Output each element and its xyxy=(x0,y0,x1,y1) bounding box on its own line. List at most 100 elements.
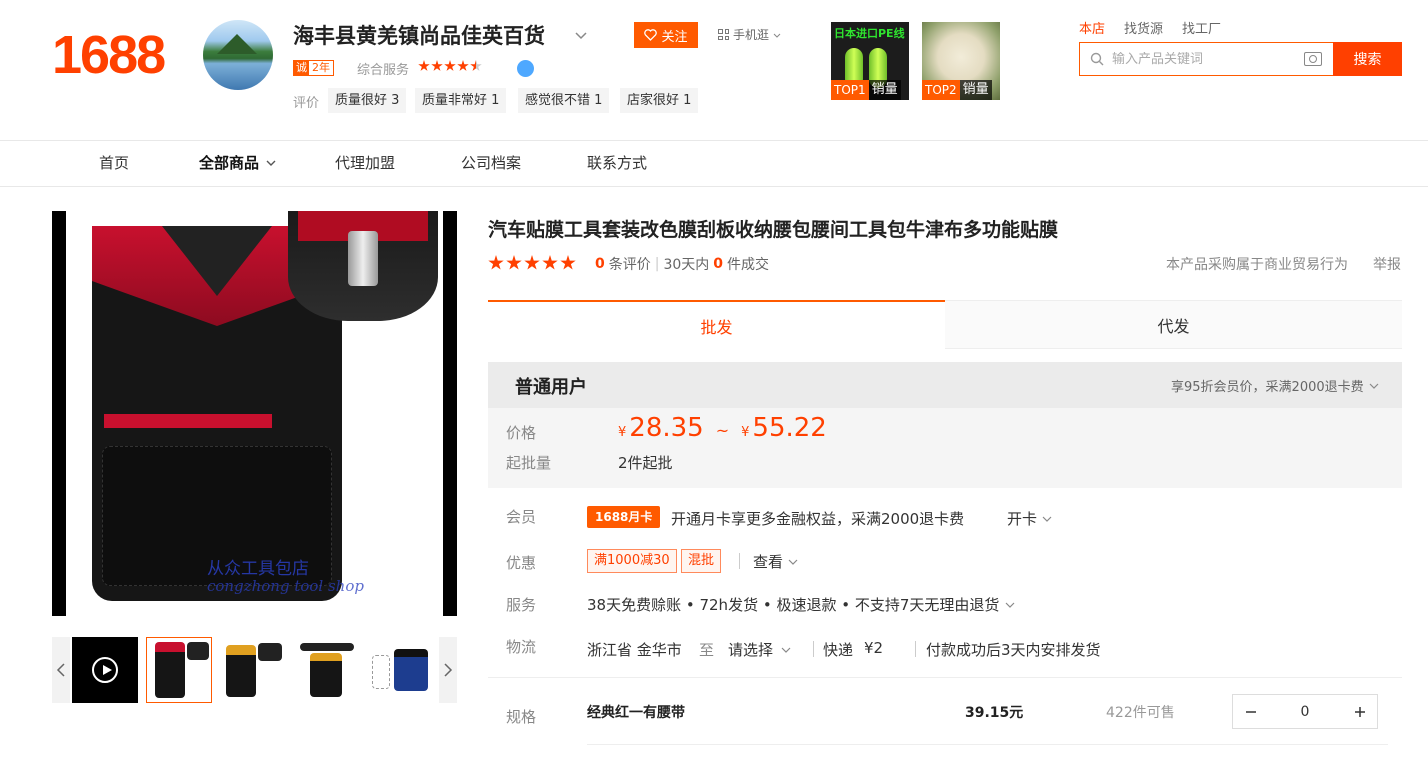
play-icon xyxy=(92,657,118,683)
price-range: ¥ 28.35 ~ ¥ 55.22 xyxy=(618,413,827,443)
service-label: 综合服务 xyxy=(357,63,410,78)
tab-wholesale[interactable]: 批发 xyxy=(488,300,945,349)
monthly-card-badge: 1688月卡 xyxy=(587,506,661,528)
chevron-down-icon xyxy=(1005,602,1015,608)
star-icon xyxy=(457,60,469,71)
to-label: 至 xyxy=(699,641,715,659)
eval-label: 评价 xyxy=(293,96,320,111)
chevron-down-icon xyxy=(773,33,781,38)
search-tab-factory[interactable]: 找工厂 xyxy=(1182,18,1221,37)
top-rank: TOP2 xyxy=(922,80,960,100)
member-label: 会员 xyxy=(506,508,537,526)
express-label: 快递 xyxy=(823,641,854,659)
star-icon xyxy=(431,60,443,71)
promo-tag: 满1000减30 xyxy=(587,549,677,573)
search-button[interactable]: 搜索 xyxy=(1333,42,1402,76)
logistics-label: 物流 xyxy=(506,638,537,656)
ship-note: 付款成功后3天内安排发货 xyxy=(926,641,1101,659)
price-label: 价格 xyxy=(506,424,537,442)
belt-clip-illustration xyxy=(288,211,438,321)
moq-label: 起批量 xyxy=(506,454,552,472)
service-row-label: 服务 xyxy=(506,596,537,614)
rating-summary: 0 条评价 | 30天内 0 件成交 xyxy=(595,254,770,274)
camera-icon[interactable] xyxy=(1304,52,1322,66)
tab-dropship[interactable]: 代发 xyxy=(945,300,1402,349)
thumb-next-button[interactable] xyxy=(439,637,457,703)
deals-count: 0 xyxy=(713,256,724,272)
follow-button[interactable]: 关注 xyxy=(634,22,698,48)
top-product-2[interactable]: TOP2 销量 xyxy=(922,22,1000,100)
chevron-down-icon xyxy=(781,647,791,653)
divider xyxy=(488,677,1402,678)
nav-all-products[interactable]: 全部商品 xyxy=(199,152,277,173)
main-product-image[interactable]: 从众工具包店 congzhong tool shop xyxy=(52,211,457,616)
cheng-badge: 诚 xyxy=(294,61,309,75)
plus-icon xyxy=(1354,706,1365,717)
shop-avatar[interactable] xyxy=(203,20,273,90)
nav-home[interactable]: 首页 xyxy=(99,152,129,173)
top-sales-label: 销量 xyxy=(959,80,992,100)
star-icon xyxy=(418,60,430,71)
chevron-down-icon xyxy=(266,160,276,166)
thumb-image[interactable] xyxy=(220,637,286,703)
eval-tag: 店家很好 1 xyxy=(620,88,699,113)
star-icon xyxy=(542,255,558,270)
trade-note: 本产品采购属于商业贸易行为 xyxy=(1166,257,1348,273)
info-icon[interactable] xyxy=(517,60,534,77)
moq-value: 2件起批 xyxy=(618,454,673,472)
star-icon xyxy=(488,255,504,270)
star-icon xyxy=(560,255,576,270)
spec-stock: 422件可售 xyxy=(1106,705,1175,721)
thumb-image[interactable] xyxy=(294,637,360,703)
member-text: 开通月卡享更多金融权益，采满2000退卡费 xyxy=(671,510,965,528)
search-input[interactable] xyxy=(1112,51,1292,67)
mobile-label: 手机逛 xyxy=(733,28,770,42)
shipping-fee: ¥2 xyxy=(864,639,884,657)
ship-origin: 浙江省 金华市 xyxy=(587,641,682,659)
thumb-prev-button[interactable] xyxy=(52,637,70,703)
chevron-left-icon xyxy=(56,663,65,677)
nav-contact[interactable]: 联系方式 xyxy=(587,152,647,173)
nav-agency[interactable]: 代理加盟 xyxy=(335,152,395,173)
price-min: 28.35 xyxy=(629,413,704,443)
thumb-image[interactable] xyxy=(146,637,212,703)
divider xyxy=(587,744,1388,745)
grid-icon xyxy=(718,29,729,40)
watermark-cn: 从众工具包店 xyxy=(207,559,309,579)
product-title: 汽车贴膜工具套装改色膜刮板收纳腰包腰间工具包牛津布多功能贴膜 xyxy=(488,219,1059,241)
destination-select[interactable]: 请选择 xyxy=(728,639,791,660)
spec-price: 39.15元 xyxy=(965,705,1024,721)
shop-name[interactable]: 海丰县黄羌镇尚品佳英百货 xyxy=(293,20,545,50)
search-tab-source[interactable]: 找货源 xyxy=(1124,18,1163,37)
shop-years-badge: 诚 2年 xyxy=(293,60,334,76)
search-scope-tabs: 本店 找货源 找工厂 xyxy=(1079,18,1221,37)
decrement-button[interactable] xyxy=(1233,695,1268,728)
top-product-1[interactable]: 日本进口PE线 TOP1 销量 xyxy=(831,22,909,100)
spec-name: 经典红一有腰带 xyxy=(587,705,685,721)
increment-button[interactable] xyxy=(1342,695,1377,728)
member-price-note[interactable]: 享95折会员价，采满2000退卡费 xyxy=(1171,376,1379,395)
price-max: 55.22 xyxy=(752,413,827,443)
quantity-value[interactable]: 0 xyxy=(1268,704,1342,720)
top-rank: TOP1 xyxy=(831,80,869,100)
eval-tag: 质量很好 3 xyxy=(328,88,407,113)
view-promos-button[interactable]: 查看 xyxy=(753,551,798,572)
chevron-down-icon[interactable] xyxy=(574,28,588,42)
review-count: 0 xyxy=(595,256,605,272)
search-box xyxy=(1079,42,1334,76)
quantity-stepper: 0 xyxy=(1232,694,1378,729)
user-type: 普通用户 xyxy=(515,377,587,398)
mobile-browse[interactable]: 手机逛 xyxy=(718,26,781,43)
spec-label: 规格 xyxy=(506,708,537,726)
eval-tag: 质量非常好 1 xyxy=(415,88,507,113)
search-tab-shop[interactable]: 本店 xyxy=(1079,18,1105,37)
report-link[interactable]: 举报 xyxy=(1373,254,1401,274)
open-card-button[interactable]: 开卡 xyxy=(1007,508,1052,529)
thumb-video[interactable] xyxy=(72,637,138,703)
review-label[interactable]: 条评价 xyxy=(609,254,651,274)
site-logo[interactable]: 1688 xyxy=(52,24,166,86)
service-text[interactable]: 38天免费赊账 • 72h发货 • 极速退款 • 不支持7天无理由退货 xyxy=(587,594,1015,615)
thumb-image[interactable] xyxy=(368,637,434,703)
follow-label: 关注 xyxy=(661,29,688,45)
nav-company-profile[interactable]: 公司档案 xyxy=(461,152,521,173)
